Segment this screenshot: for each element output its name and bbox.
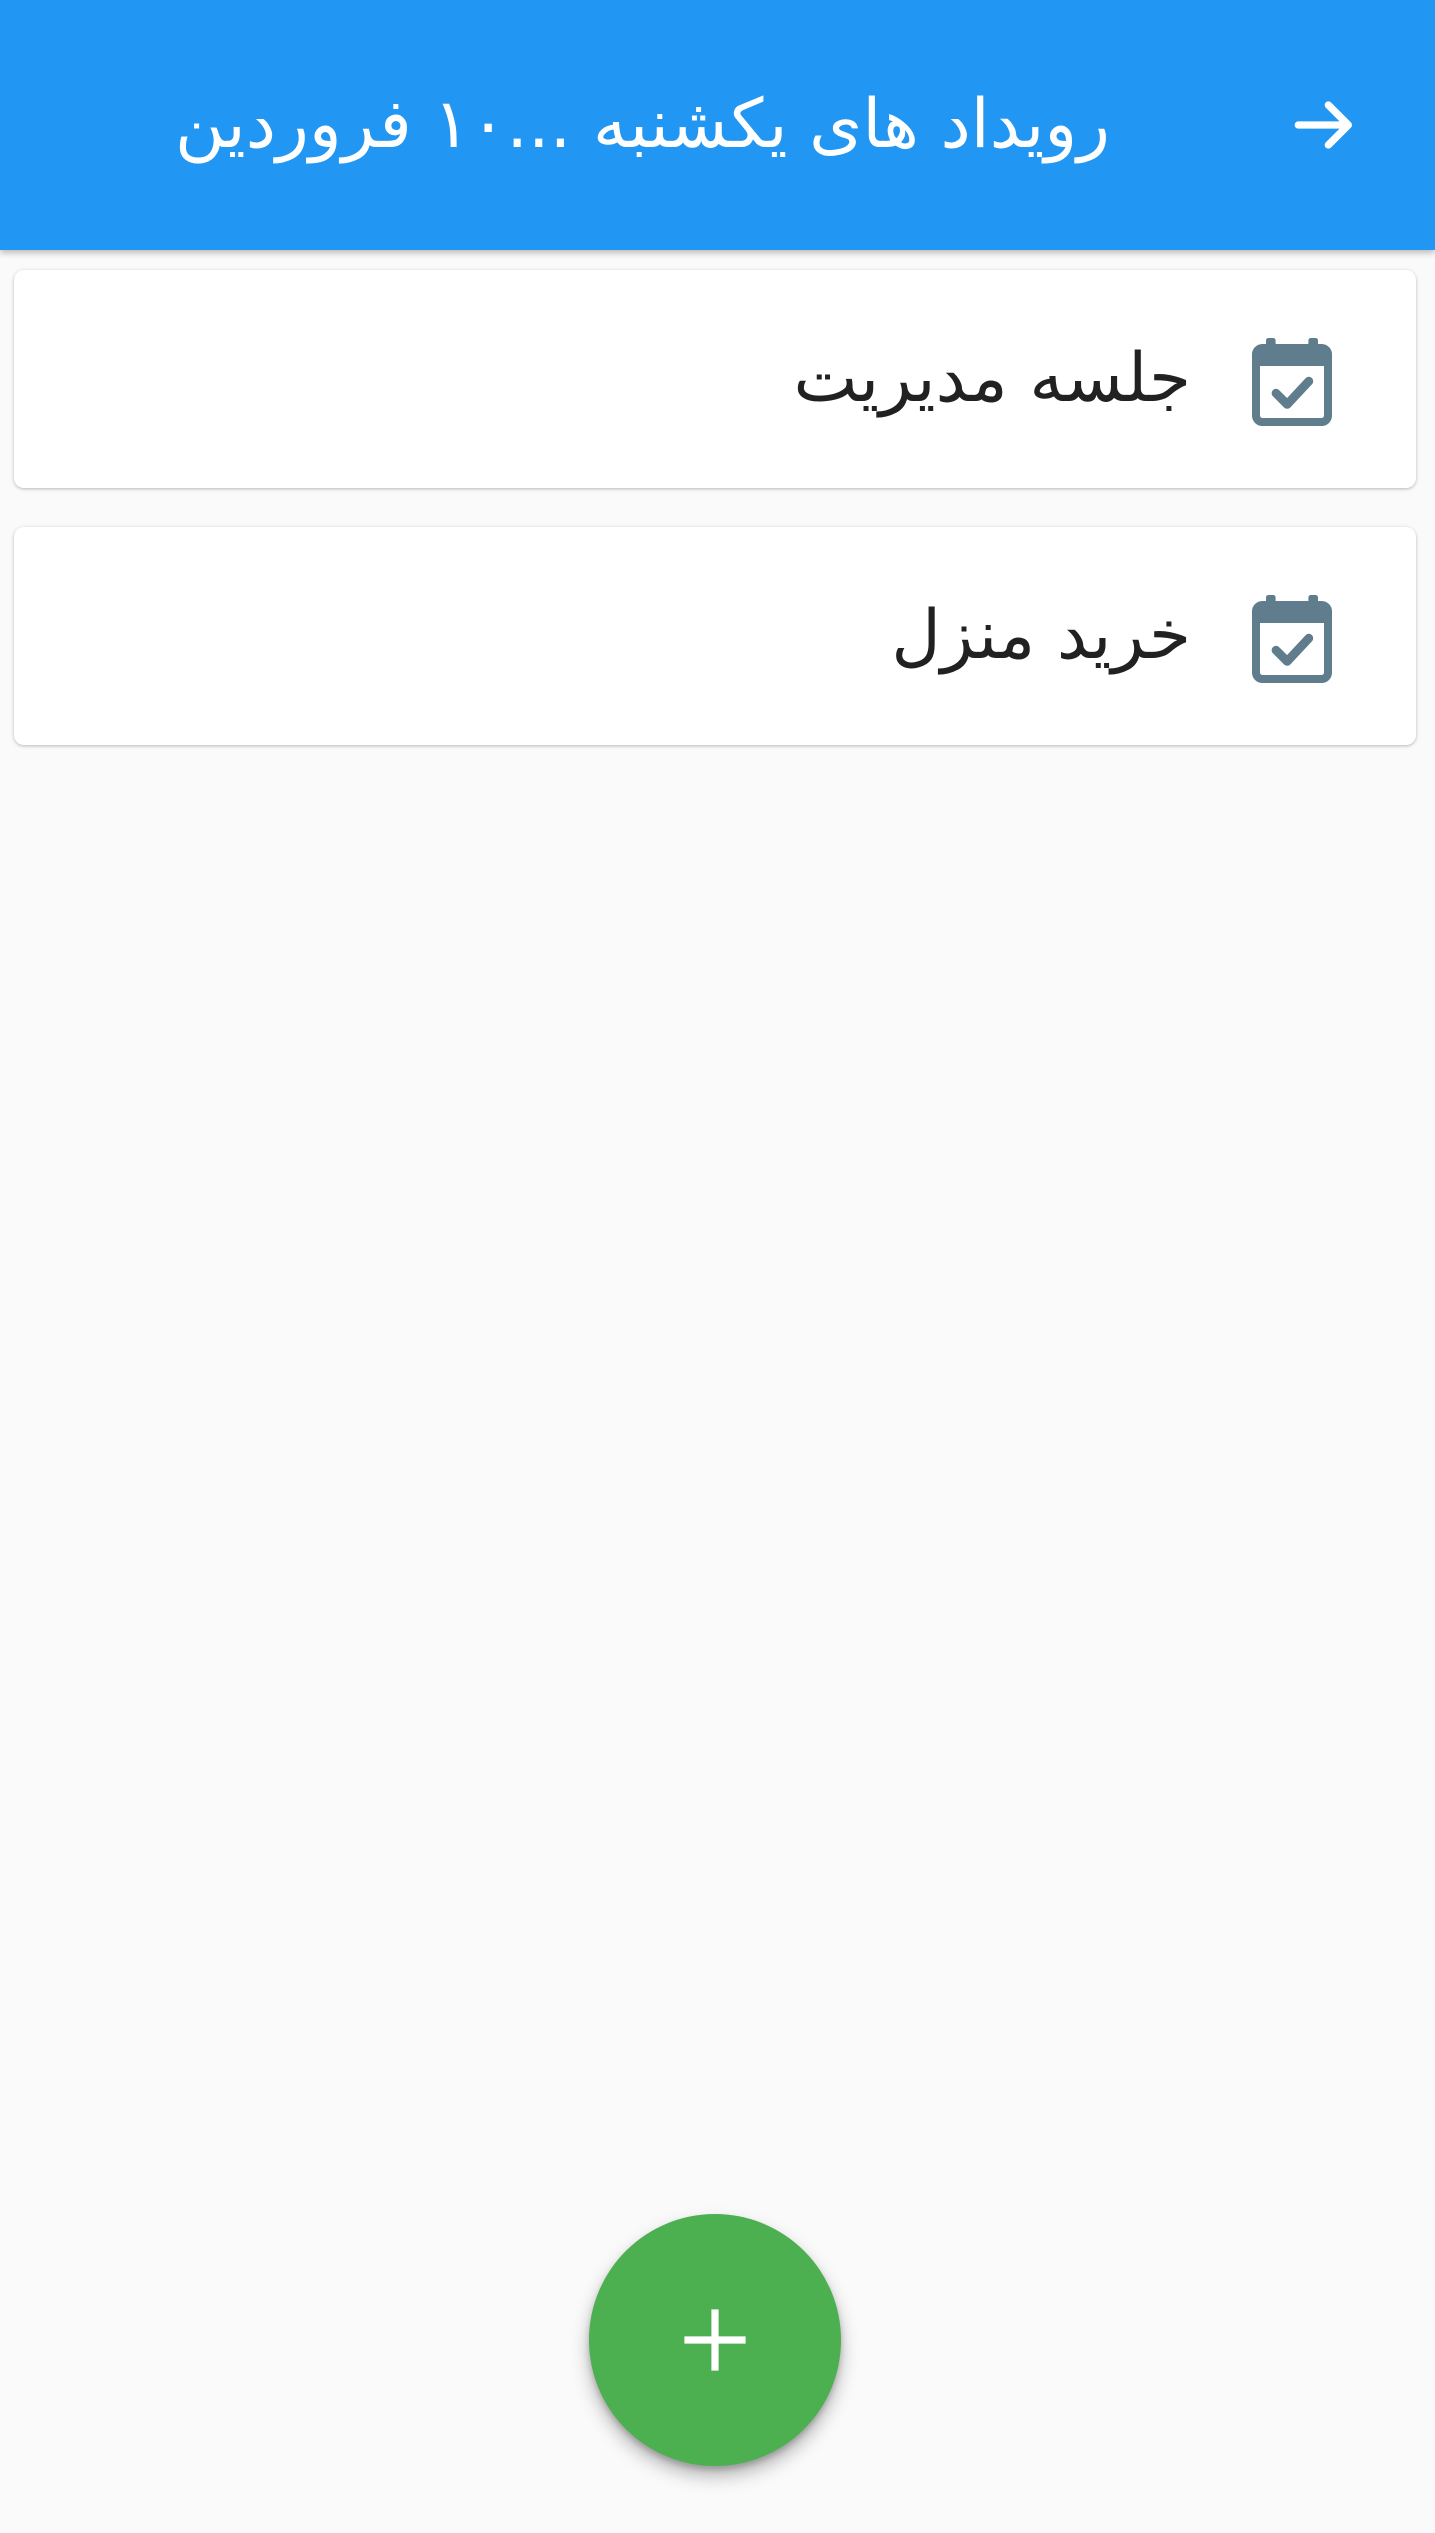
event-title: خرید منزل xyxy=(891,596,1191,675)
app-bar: رویداد های یکشنبه ...۱۰ فروردین xyxy=(0,0,1435,250)
page-title: رویداد های یکشنبه ...۱۰ فروردین xyxy=(175,85,1110,164)
arrow-forward-icon xyxy=(1294,101,1352,149)
add-icon xyxy=(684,2309,746,2371)
event-list: جلسه مدیریت خرید منزل xyxy=(14,270,1416,784)
event-title: جلسه مدیریت xyxy=(793,339,1191,418)
event-card[interactable]: جلسه مدیریت xyxy=(14,270,1416,488)
event-available-icon xyxy=(1252,595,1332,683)
back-button[interactable] xyxy=(1275,75,1375,175)
event-available-icon xyxy=(1252,338,1332,426)
event-card[interactable]: خرید منزل xyxy=(14,527,1416,745)
add-event-button[interactable] xyxy=(589,2214,841,2466)
